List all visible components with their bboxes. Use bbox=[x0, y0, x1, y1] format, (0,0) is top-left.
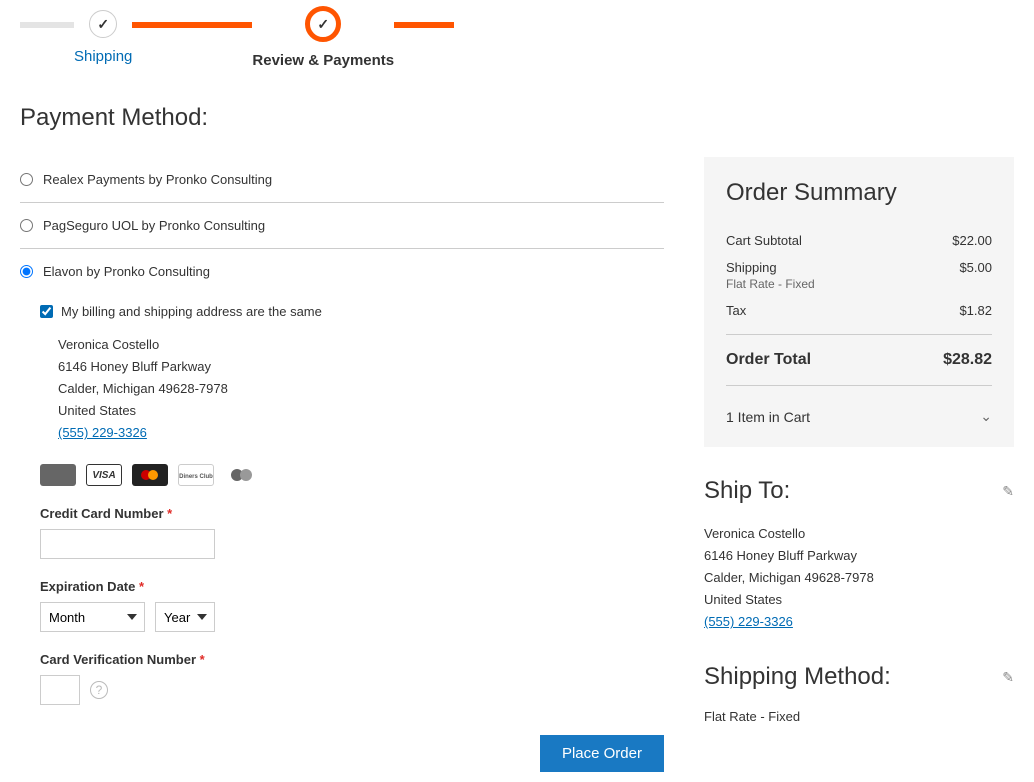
exp-date-field: Expiration Date * Month Year bbox=[40, 579, 664, 632]
summary-title: Order Summary bbox=[726, 179, 992, 207]
billing-same-label[interactable]: My billing and shipping address are the … bbox=[61, 304, 322, 319]
payment-radio-elavon[interactable] bbox=[20, 265, 33, 278]
summary-tax-row: Tax $1.82 bbox=[726, 297, 992, 324]
exp-year-select[interactable]: Year bbox=[155, 602, 215, 632]
progress-step-shipping[interactable]: ✓ Shipping bbox=[74, 10, 132, 65]
payment-option-pagseguro[interactable]: PagSeguro UOL by Pronko Consulting bbox=[20, 203, 664, 249]
diners-icon: Diners Club bbox=[178, 464, 214, 486]
shipto-country: United States bbox=[704, 589, 1014, 611]
cart-items-toggle[interactable]: 1 Item in Cart ⌄ bbox=[726, 396, 992, 425]
divider bbox=[726, 385, 992, 386]
exp-month-select[interactable]: Month bbox=[40, 602, 145, 632]
summary-tax-value: $1.82 bbox=[959, 303, 992, 318]
progress-line-active bbox=[132, 22, 252, 28]
billing-street: 6146 Honey Bluff Parkway bbox=[58, 356, 664, 378]
checkmark-icon: ✓ bbox=[305, 6, 341, 42]
summary-subtotal-row: Cart Subtotal $22.00 bbox=[726, 227, 992, 254]
billing-same-checkbox[interactable] bbox=[40, 305, 53, 318]
shipto-phone[interactable]: (555) 229-3326 bbox=[704, 614, 793, 629]
cvv-field: Card Verification Number * ? bbox=[40, 652, 664, 705]
billing-same-row: My billing and shipping address are the … bbox=[40, 304, 664, 319]
cc-number-input[interactable] bbox=[40, 529, 215, 559]
summary-shipping-value: $5.00 bbox=[959, 260, 992, 275]
cc-number-label: Credit Card Number * bbox=[40, 506, 664, 521]
help-icon[interactable]: ? bbox=[90, 681, 108, 699]
billing-name: Veronica Costello bbox=[58, 334, 664, 356]
summary-tax-label: Tax bbox=[726, 303, 746, 318]
summary-subtotal-label: Cart Subtotal bbox=[726, 233, 802, 248]
summary-total-value: $28.82 bbox=[943, 351, 992, 369]
cart-items-label: 1 Item in Cart bbox=[726, 409, 810, 425]
billing-address: Veronica Costello 6146 Honey Bluff Parkw… bbox=[58, 334, 664, 444]
summary-shipping-label: Shipping bbox=[726, 260, 777, 275]
payment-option-elavon[interactable]: Elavon by Pronko Consulting bbox=[20, 249, 664, 294]
payment-option-realex[interactable]: Realex Payments by Pronko Consulting bbox=[20, 157, 664, 203]
mastercard-icon bbox=[132, 464, 168, 486]
payment-details: My billing and shipping address are the … bbox=[20, 294, 664, 735]
ship-to-title: Ship To: bbox=[704, 477, 790, 505]
checkout-progress: ✓ Shipping ✓ Review & Payments bbox=[20, 10, 1014, 69]
summary-subtotal-value: $22.00 bbox=[952, 233, 992, 248]
chevron-down-icon: ⌄ bbox=[980, 408, 992, 425]
card-icons: VISA Diners Club bbox=[40, 464, 664, 486]
billing-country: United States bbox=[58, 400, 664, 422]
edit-ship-to-icon[interactable]: ✎ bbox=[1002, 483, 1014, 500]
cvv-input[interactable] bbox=[40, 675, 80, 705]
payment-radio-realex[interactable] bbox=[20, 173, 33, 186]
progress-label-shipping[interactable]: Shipping bbox=[74, 48, 132, 65]
payment-radio-pagseguro[interactable] bbox=[20, 219, 33, 232]
place-order-button[interactable]: Place Order bbox=[540, 735, 664, 772]
cc-number-field: Credit Card Number * bbox=[40, 506, 664, 559]
summary-shipping-desc: Flat Rate - Fixed bbox=[726, 277, 992, 291]
payment-label-elavon[interactable]: Elavon by Pronko Consulting bbox=[43, 264, 210, 279]
summary-total-row: Order Total $28.82 bbox=[726, 345, 992, 375]
progress-line-active bbox=[394, 22, 454, 28]
progress-line bbox=[20, 22, 74, 28]
page-title: Payment Method: bbox=[20, 104, 1014, 132]
progress-step-review: ✓ Review & Payments bbox=[252, 10, 394, 69]
shipto-name: Veronica Costello bbox=[704, 523, 1014, 545]
summary-total-label: Order Total bbox=[726, 351, 811, 369]
divider bbox=[726, 334, 992, 335]
payment-label-pagseguro[interactable]: PagSeguro UOL by Pronko Consulting bbox=[43, 218, 265, 233]
ship-method-value: Flat Rate - Fixed bbox=[704, 709, 1014, 724]
edit-ship-method-icon[interactable]: ✎ bbox=[1002, 669, 1014, 686]
checkmark-icon: ✓ bbox=[89, 10, 117, 38]
amex-icon bbox=[40, 464, 76, 486]
billing-phone[interactable]: (555) 229-3326 bbox=[58, 425, 147, 440]
maestro-icon bbox=[224, 464, 260, 486]
progress-label-review: Review & Payments bbox=[252, 52, 394, 69]
shipto-street: 6146 Honey Bluff Parkway bbox=[704, 545, 1014, 567]
billing-city: Calder, Michigan 49628-7978 bbox=[58, 378, 664, 400]
visa-icon: VISA bbox=[86, 464, 122, 486]
ship-method-heading: Shipping Method: ✎ bbox=[704, 663, 1014, 691]
exp-date-label: Expiration Date * bbox=[40, 579, 664, 594]
shipto-city: Calder, Michigan 49628-7978 bbox=[704, 567, 1014, 589]
order-summary: Order Summary Cart Subtotal $22.00 Shipp… bbox=[704, 157, 1014, 447]
ship-to-heading: Ship To: ✎ bbox=[704, 477, 1014, 505]
ship-method-title: Shipping Method: bbox=[704, 663, 891, 691]
payment-label-realex[interactable]: Realex Payments by Pronko Consulting bbox=[43, 172, 272, 187]
ship-to-address: Veronica Costello 6146 Honey Bluff Parkw… bbox=[704, 523, 1014, 633]
